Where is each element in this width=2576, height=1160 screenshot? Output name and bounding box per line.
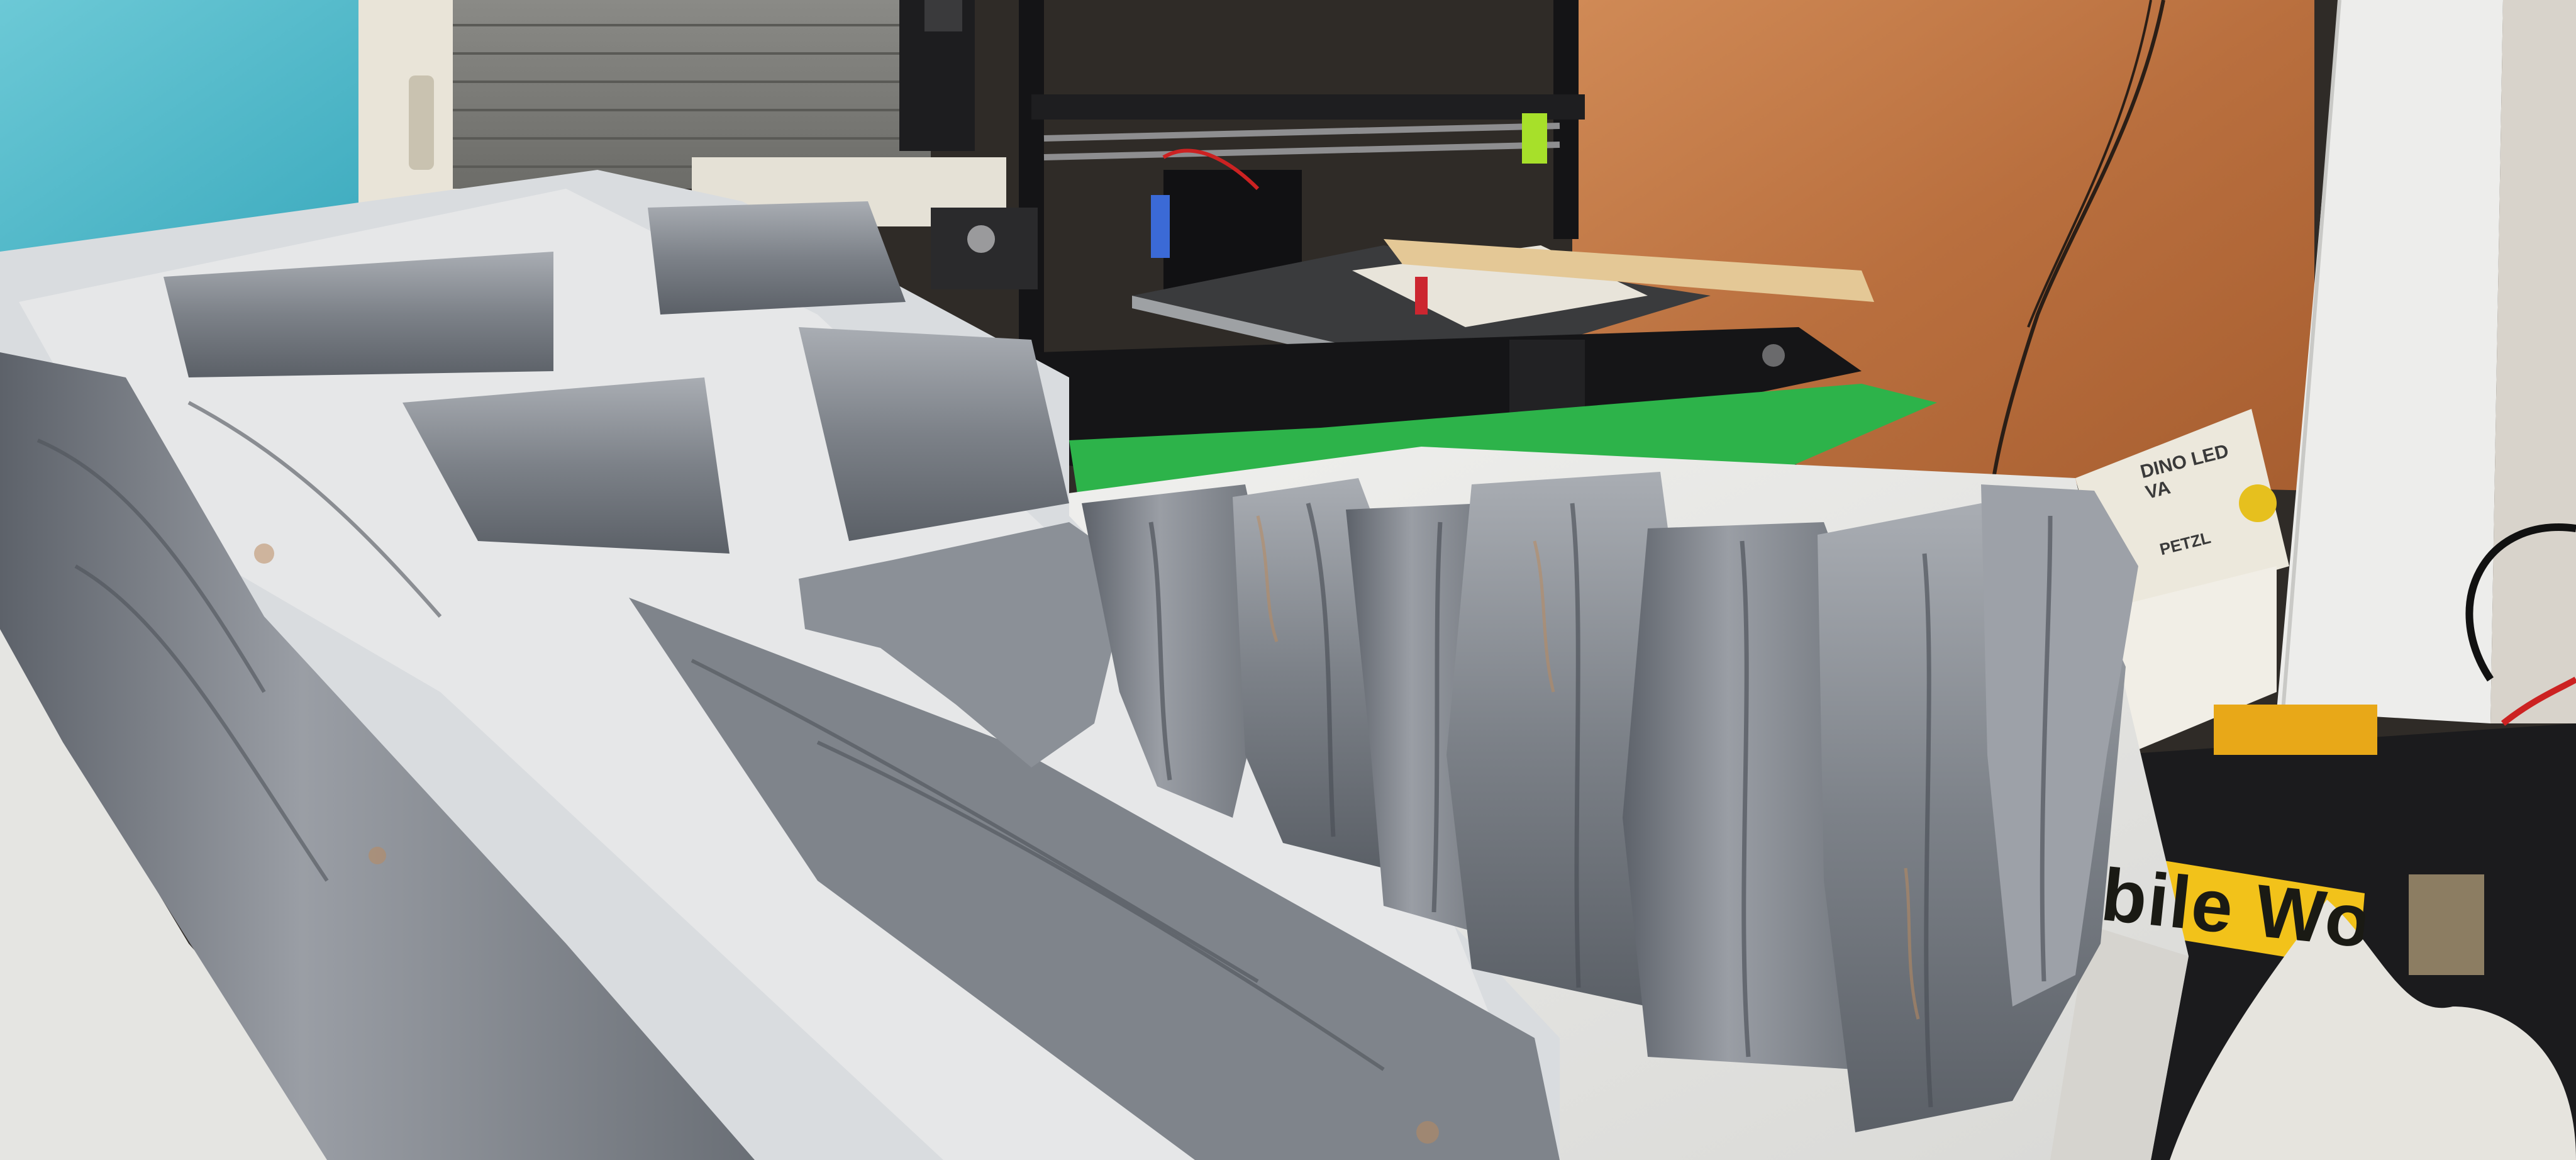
photo-scene <box>0 0 2576 1160</box>
